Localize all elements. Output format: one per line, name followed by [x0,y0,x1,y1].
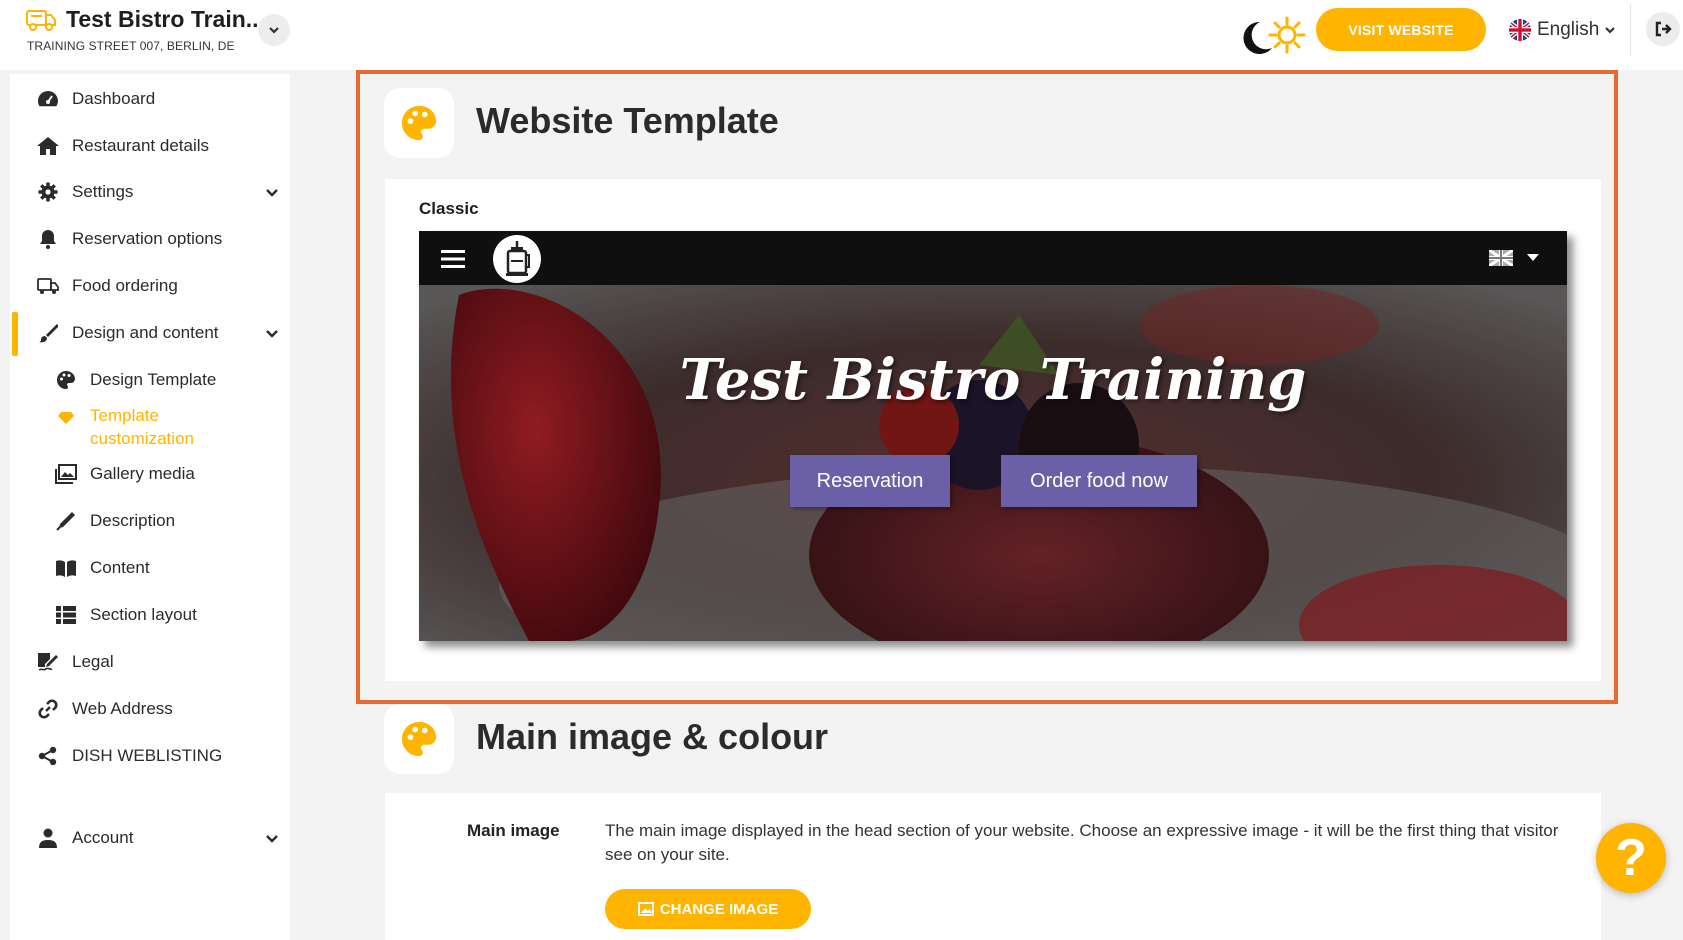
section-title-main-image: Main image & colour [476,716,829,757]
share-icon [36,744,60,768]
sun-icon [1268,16,1306,54]
uk-flag-icon [1509,19,1531,41]
images-icon [54,462,78,486]
book-icon [54,556,78,580]
template-card: Classic Test Bistro Training Reservation… [385,179,1601,681]
sidebar-item-label: Web Address [72,699,173,718]
restaurant-address: TRAINING STREET 007, BERLIN, DE [27,39,235,53]
chevron-down-icon [266,189,278,197]
sidebar-item-label: Account [72,828,134,847]
sidebar: Dashboard Restaurant details Settings Re… [10,74,290,940]
signature-icon [36,650,60,674]
caret-down-icon [1527,254,1539,261]
sidebar-item-design-and-content[interactable]: Design and content [10,313,290,353]
sidebar-item-template-customization[interactable]: Template customization [10,404,290,450]
sidebar-item-label: Food ordering [72,276,178,295]
preview-hero-image [419,285,1567,641]
sidebar-item-label: Design and content [72,323,219,342]
change-image-label: CHANGE IMAGE [659,900,779,918]
home-icon [36,134,60,158]
restaurant-switcher-button[interactable] [258,14,290,46]
restaurant-name: Test Bistro Train... [66,6,265,32]
logout-icon [1655,21,1672,37]
language-label: English [1537,19,1600,40]
sidebar-item-settings[interactable]: Settings [10,172,290,212]
bell-icon [36,227,60,251]
sidebar-item-reservation-options[interactable]: Reservation options [10,219,290,259]
palette-icon [401,105,437,141]
sidebar-item-gallery-media[interactable]: Gallery media [10,454,290,494]
preview-logo [493,235,541,283]
sidebar-item-web-address[interactable]: Web Address [10,689,290,729]
sidebar-item-label: DISH WEBLISTING [72,746,223,765]
divider [1630,4,1631,56]
main-image-description: The main image displayed in the head sec… [605,821,1559,864]
template-name: Classic [419,199,479,218]
section-icon [384,88,454,158]
section-title-website-template: Website Template [476,100,779,141]
list-icon [54,603,78,627]
main-image-card: Main image The main image displayed in t… [385,793,1601,940]
logout-button[interactable] [1646,12,1680,46]
theme-toggle[interactable] [1236,14,1308,60]
pen-icon [54,509,78,533]
change-image-button[interactable]: CHANGE IMAGE [605,889,811,929]
sidebar-item-label: Design Template [90,370,217,389]
sidebar-item-account[interactable]: Account [10,818,290,858]
sidebar-item-label: Content [90,558,150,577]
user-icon [36,826,60,850]
visit-website-button[interactable]: VISIT WEBSITE [1316,8,1486,51]
hamburger-menu-icon [441,250,465,268]
food-truck-icon [26,10,56,31]
sidebar-item-food-ordering[interactable]: Food ordering [10,266,290,306]
dashboard-icon [36,87,60,111]
sidebar-item-dish-weblisting[interactable]: DISH WEBLISTING [10,736,290,776]
section-icon [384,704,454,774]
sidebar-item-dashboard[interactable]: Dashboard [10,79,290,119]
sidebar-item-design-template[interactable]: Design Template [10,360,290,400]
sidebar-item-label: Settings [72,182,134,201]
preview-navbar [419,231,1567,285]
top-bar: Test Bistro Train... TRAINING STREET 007… [0,0,1683,70]
gear-icon [36,180,60,204]
sidebar-item-description[interactable]: Description [10,501,290,541]
preview-site-title: Test Bistro Training [679,347,1307,413]
food-ordering-icon [36,274,60,298]
image-icon [637,902,654,916]
brush-icon [36,321,60,345]
gem-icon [54,406,78,430]
sidebar-item-section-layout[interactable]: Section layout [10,595,290,635]
language-selector[interactable]: English [1508,16,1616,44]
link-icon [36,697,60,721]
preview-order-food-button: Order food now [1001,455,1197,507]
sidebar-item-label: Description [90,511,176,530]
sidebar-item-label: Restaurant details [72,136,210,155]
help-button[interactable]: ? [1596,823,1666,893]
template-preview[interactable]: Test Bistro Training Reservation Order f… [419,231,1567,641]
palette-icon [54,368,78,392]
sidebar-item-restaurant-details[interactable]: Restaurant details [10,126,290,166]
uk-flag-icon [1489,250,1513,266]
chevron-down-icon [269,27,279,34]
chevron-down-icon [1605,27,1616,34]
preview-reservation-button: Reservation [790,455,950,507]
main-image-label: Main image [467,821,560,840]
sidebar-item-content[interactable]: Content [10,548,290,588]
coffee-press-icon [506,241,530,276]
sidebar-item-legal[interactable]: Legal [10,642,290,682]
chevron-down-icon [266,835,278,843]
sidebar-item-label: Template customization [90,406,194,448]
chevron-down-icon [266,330,278,338]
sidebar-item-label: Gallery media [90,464,195,483]
palette-icon [401,721,437,757]
sidebar-item-label: Dashboard [72,89,156,108]
sidebar-item-label: Section layout [90,605,197,624]
sidebar-item-label: Legal [72,652,114,671]
sidebar-item-label: Reservation options [72,229,223,248]
